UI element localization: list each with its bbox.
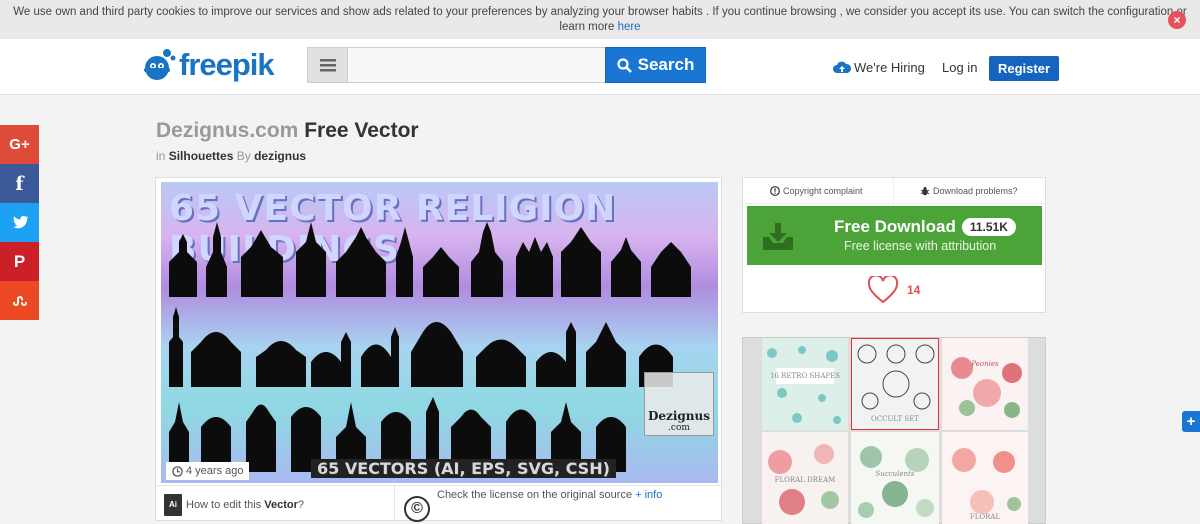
logo-text: freepik <box>179 47 275 82</box>
in-label: in <box>156 149 166 163</box>
ad-tile-label: Peonies <box>971 360 999 368</box>
watermark-sub: .com <box>668 423 690 433</box>
like-button[interactable]: 14 <box>867 276 920 304</box>
like-count: 14 <box>907 283 921 297</box>
bug-icon <box>920 187 930 196</box>
site-header: freepik Search We're Hiring Log in Regis… <box>0 39 1200 95</box>
edit-prefix: How to edit this <box>186 499 262 511</box>
cloud-upload-icon <box>833 61 851 73</box>
cookie-bar: We use own and third party cookies to im… <box>0 0 1200 39</box>
floating-plus-button[interactable]: + <box>1182 411 1200 432</box>
search-button[interactable]: Search <box>605 47 706 83</box>
facebook-icon[interactable]: f <box>0 164 39 203</box>
heart-icon <box>867 276 899 304</box>
links-divider <box>893 178 894 204</box>
edit-type: Vector <box>264 499 298 511</box>
license-note: Check the license on the original source… <box>437 489 662 501</box>
search-button-label: Search <box>637 55 695 74</box>
free-download-button[interactable]: Free Download 11.51K Free license with a… <box>747 206 1042 265</box>
age-badge: 4 years ago <box>166 462 250 480</box>
by-label: By <box>236 149 251 163</box>
succulents-art <box>858 446 934 518</box>
search-icon <box>617 57 632 73</box>
ai-file-icon: Ai <box>164 494 182 516</box>
ad-tile[interactable]: FLORAL DREAM <box>762 432 848 524</box>
freepik-mascot-icon <box>141 48 177 82</box>
advertisement[interactable]: i x 16 RETRO SHAPES OCCULT SET Peonies <box>742 337 1046 524</box>
hiring-label: We're Hiring <box>854 60 925 75</box>
preview-footer: Ai How to edit this Vector? © Check the … <box>156 485 721 522</box>
copyright-complaint-label: Copyright complaint <box>783 186 863 196</box>
ad-tile-label: FLORAL <box>969 513 1001 521</box>
ad-tile-label: FLORAL DREAM <box>774 476 836 484</box>
building-silhouettes <box>169 222 691 472</box>
ad-tile-label: Succulents <box>875 470 915 478</box>
clock-icon <box>172 465 183 477</box>
download-title-text: Free Download <box>834 217 956 236</box>
license-text: Check the license on the original source <box>437 489 633 501</box>
download-tray-icon <box>747 206 809 265</box>
twitter-icon[interactable] <box>0 203 39 242</box>
search-input[interactable] <box>347 47 606 83</box>
resource-meta: in Silhouettes By dezignus <box>156 149 306 163</box>
hamburger-icon <box>319 58 336 71</box>
cookie-text: We use own and third party cookies to im… <box>13 6 1187 33</box>
hiring-link[interactable]: We're Hiring <box>833 60 925 75</box>
alert-icon <box>770 186 780 196</box>
download-count-badge: 11.51K <box>961 218 1016 236</box>
source-name[interactable]: Dezignus.com <box>156 119 298 142</box>
preview-card: 65 VECTOR RELIGION BUILDINGS Dezignus .c… <box>155 177 722 522</box>
ad-tile-label: 16 RETRO SHAPES <box>770 372 840 380</box>
edit-suffix: ? <box>297 499 305 511</box>
close-icon[interactable]: × <box>1168 11 1186 29</box>
ad-tile[interactable]: FLORAL <box>942 432 1028 524</box>
license-info-link[interactable]: + info <box>635 489 662 501</box>
footer-divider <box>394 486 395 522</box>
dezignus-watermark: Dezignus .com <box>644 372 714 436</box>
author-link[interactable]: dezignus <box>254 149 306 163</box>
ad-tile[interactable]: 16 RETRO SHAPES <box>762 338 848 430</box>
how-to-edit-link[interactable]: Ai How to edit this Vector? <box>164 494 304 516</box>
download-license-subtitle: Free license with attribution <box>844 239 997 253</box>
ad-tile-label: OCCULT SET <box>871 415 919 423</box>
cookie-learn-more-link[interactable]: here <box>618 21 641 33</box>
social-share-bar: G+ f P <box>0 125 39 320</box>
pinterest-icon[interactable]: P <box>0 242 39 281</box>
age-text: 4 years ago <box>186 465 244 477</box>
art-footer: 65 VECTORS (AI, EPS, SVG, CSH) <box>311 459 616 478</box>
register-button[interactable]: Register <box>989 56 1059 81</box>
preview-image[interactable]: 65 VECTOR RELIGION BUILDINGS Dezignus .c… <box>161 182 718 483</box>
logo[interactable]: freepik <box>141 45 275 85</box>
floral-art <box>952 448 1021 514</box>
download-card: Copyright complaint Download problems? F… <box>742 177 1046 313</box>
watermark-text: Dezignus <box>647 409 710 423</box>
stumbleupon-icon[interactable] <box>0 281 39 320</box>
peony-art <box>951 357 1022 418</box>
pattern-art <box>767 346 841 424</box>
download-title: Free Download 11.51K <box>834 217 1016 237</box>
google-plus-icon[interactable]: G+ <box>0 125 39 164</box>
download-card-links: Copyright complaint Download problems? <box>743 178 1045 204</box>
category-link[interactable]: Silhouettes <box>169 149 234 163</box>
ad-tile[interactable]: OCCULT SET <box>851 338 939 430</box>
title-text: Free Vector <box>304 119 419 142</box>
copyright-icon: © <box>404 496 430 522</box>
download-problems-link[interactable]: Download problems? <box>920 186 1018 196</box>
download-problems-label: Download problems? <box>933 186 1018 196</box>
ad-tile[interactable]: Peonies <box>942 338 1028 430</box>
menu-button[interactable] <box>307 47 347 83</box>
copyright-complaint-link[interactable]: Copyright complaint <box>770 186 863 196</box>
login-link[interactable]: Log in <box>942 60 977 75</box>
ad-tile[interactable]: Succulents <box>851 432 939 524</box>
ad-grid: 16 RETRO SHAPES OCCULT SET Peonies FLORA… <box>762 338 1028 524</box>
page-title: Dezignus.com Free Vector <box>156 119 419 143</box>
